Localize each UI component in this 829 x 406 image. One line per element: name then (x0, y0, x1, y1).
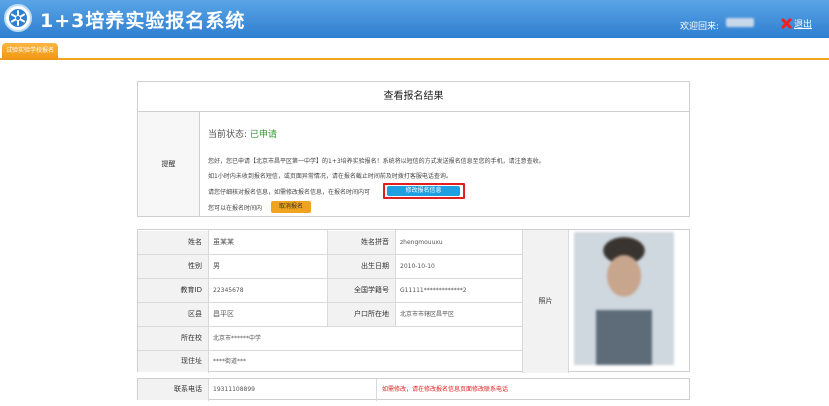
status-line: 当前状态: 已申请 (208, 127, 277, 140)
logout-control[interactable]: 退出 (781, 17, 812, 30)
label-birthdate: 出生日期 (328, 255, 395, 278)
label-hukou: 户口所在地 (328, 303, 395, 326)
app-header: 1+3培养实验报名系统 欢迎回来: 退出 (0, 0, 829, 38)
label-school: 所在校 (138, 327, 208, 350)
notice-line-4: 您可以在报名时间内 (208, 205, 263, 212)
value-address: ****街道*** (213, 358, 247, 365)
value-district: 昌平区 (213, 310, 234, 318)
student-photo (574, 232, 674, 365)
label-phone: 联系电话 (138, 379, 208, 400)
label-student-number: 全国学籍号 (328, 279, 395, 302)
label-district: 区县 (138, 303, 208, 326)
label-education-id: 教育ID (138, 279, 208, 302)
status-prefix: 当前状态: (208, 130, 248, 140)
app-title: 1+3培养实验报名系统 (40, 10, 246, 32)
tab-bar: 试验实验学校报名 (0, 38, 829, 60)
contact-row: 联系电话 19311108899 如需修改，请在修改报名信息页面修改联系电话 (137, 378, 690, 401)
cancel-registration-button[interactable]: 取消报名 (271, 201, 311, 213)
logout-link[interactable]: 退出 (794, 17, 812, 30)
value-name: 虽某某 (213, 238, 234, 246)
label-photo: 照片 (523, 230, 568, 373)
value-birthdate: 2010-10-10 (400, 263, 435, 270)
label-address: 现住址 (138, 351, 208, 372)
logo-icon (4, 4, 32, 32)
value-hukou: 北京市市辖区昌平区 (400, 311, 455, 318)
phone-edit-note: 如需修改，请在修改报名信息页面修改联系电话 (382, 386, 509, 393)
value-gender: 男 (213, 262, 220, 270)
welcome-text: 欢迎回来: (680, 22, 720, 32)
label-pinyin: 姓名拼音 (328, 231, 395, 254)
value-school: 北京市******中学 (213, 335, 262, 342)
tab-school-registration[interactable]: 试验实验学校报名 (2, 43, 59, 60)
label-name: 姓名 (138, 231, 208, 254)
hint-label: 提醒 (138, 112, 200, 216)
status-value: 已申请 (249, 130, 277, 140)
notice-line-2: 如1小时内未收到报名短信，或页面异常情况，请在报名截止时间前及时拨打客服电话查询… (208, 173, 452, 180)
modify-registration-button[interactable]: 修改报名信息 (387, 186, 460, 196)
student-info-table: 姓名 虽某某 姓名拼音 zhengmouuxu 性别 男 出生日期 2010-1… (137, 229, 690, 373)
notice-line-3: 请您仔细核对报名信息，如需修改报名信息，在报名时间内可 (208, 189, 371, 196)
panel-title: 查看报名结果 (138, 82, 689, 112)
divider (376, 379, 377, 401)
divider (208, 379, 209, 401)
value-phone: 19311108899 (213, 386, 255, 393)
notice-line-1: 您好，您已申请【北京市昌平区第一中学】的1+3培养实验报名！系统将以短信的方式发… (208, 158, 545, 165)
close-icon[interactable] (781, 18, 792, 29)
label-gender: 性别 (138, 255, 208, 278)
value-pinyin: zhengmouuxu (400, 239, 443, 246)
result-panel: 查看报名结果 提醒 当前状态: 已申请 您好，您已申请【北京市昌平区第一中学】的… (137, 81, 690, 217)
value-education-id: 22345678 (213, 287, 244, 294)
value-student-number: G11111*************2 (400, 287, 467, 294)
username-blurred (726, 18, 754, 27)
divider (568, 230, 569, 373)
